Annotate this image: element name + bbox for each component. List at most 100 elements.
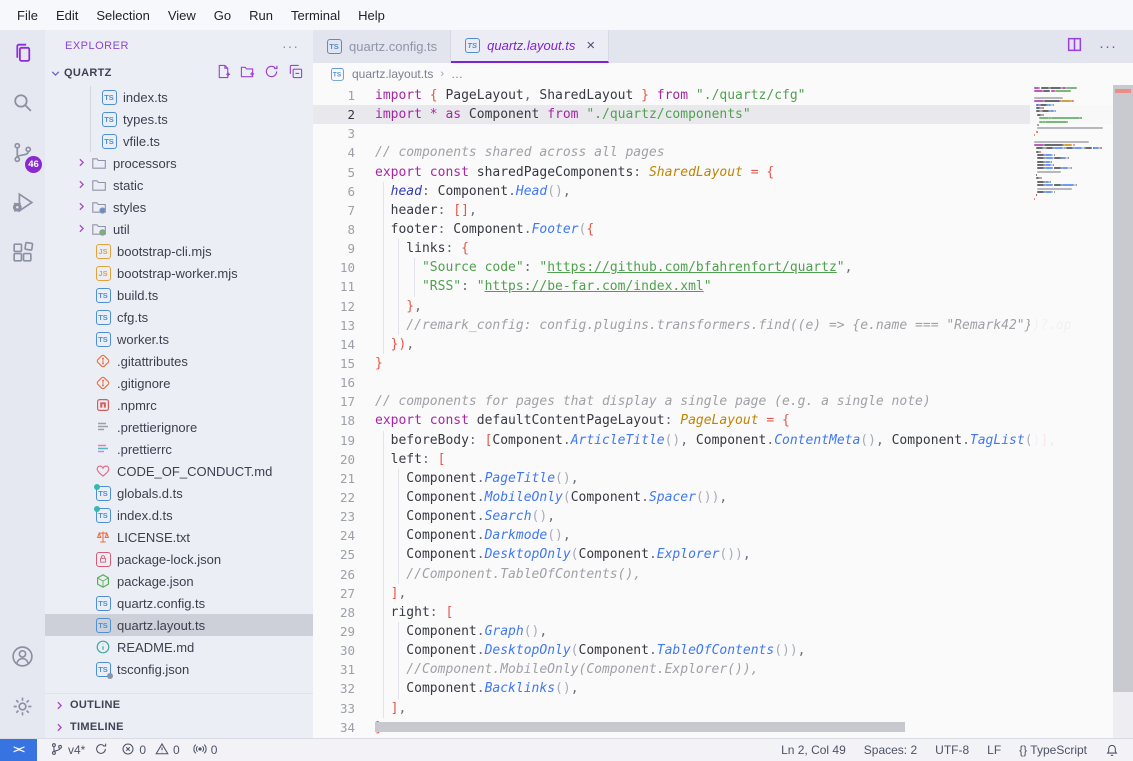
ports-status[interactable]: 0	[193, 742, 218, 759]
code-line-16[interactable]: 16	[313, 373, 1133, 392]
remote-indicator[interactable]: ><	[0, 739, 37, 761]
tree-item-util[interactable]: util	[45, 218, 313, 240]
tab-quartz.config.ts[interactable]: TSquartz.config.ts	[313, 30, 451, 63]
editor-more-button[interactable]: ···	[1099, 38, 1117, 55]
activity-item-extensions[interactable]	[0, 230, 45, 280]
code-line-2[interactable]: 2import * as Component from "./quartz/co…	[313, 105, 1133, 124]
problems-status[interactable]: 0 0	[121, 742, 179, 759]
menu-item-selection[interactable]: Selection	[87, 8, 158, 23]
vertical-scrollbar-slider[interactable]	[1113, 85, 1133, 692]
code-line-5[interactable]: 5export const sharedPageComponents: Shar…	[313, 163, 1133, 182]
code-line-28[interactable]: 28 right: [	[313, 603, 1133, 622]
close-icon[interactable]: ×	[586, 37, 595, 54]
code-line-29[interactable]: 29 Component.Graph(),	[313, 622, 1133, 641]
menu-item-edit[interactable]: Edit	[47, 8, 87, 23]
menu-item-view[interactable]: View	[159, 8, 205, 23]
code-line-18[interactable]: 18export const defaultContentPageLayout:…	[313, 411, 1133, 430]
menu-item-go[interactable]: Go	[205, 8, 240, 23]
tree-item-CODE_OF_CONDUCT.md[interactable]: CODE_OF_CONDUCT.md	[45, 460, 313, 482]
tree-item-quartz.config.ts[interactable]: TSquartz.config.ts	[45, 592, 313, 614]
code-line-32[interactable]: 32 Component.Backlinks(),	[313, 679, 1133, 698]
code-line-30[interactable]: 30 Component.DesktopOnly(Component.Table…	[313, 641, 1133, 660]
activity-item-settings[interactable]	[0, 684, 45, 734]
code-line-19[interactable]: 19 beforeBody: [Component.ArticleTitle()…	[313, 431, 1133, 450]
code-line-27[interactable]: 27 ],	[313, 584, 1133, 603]
code-line-10[interactable]: 10 "Source code": "https://github.com/bf…	[313, 258, 1133, 277]
code-line-23[interactable]: 23 Component.Search(),	[313, 507, 1133, 526]
code-line-17[interactable]: 17// components for pages that display a…	[313, 392, 1133, 411]
activity-item-run-and-debug[interactable]	[0, 180, 45, 230]
code-line-8[interactable]: 8 footer: Component.Footer({	[313, 220, 1133, 239]
code-line-25[interactable]: 25 Component.DesktopOnly(Component.Explo…	[313, 545, 1133, 564]
code-line-6[interactable]: 6 head: Component.Head(),	[313, 182, 1133, 201]
code-editor[interactable]: 1import { PageLayout, SharedLayout } fro…	[313, 85, 1133, 738]
tree-item-static[interactable]: static	[45, 174, 313, 196]
activity-item-explorer[interactable]	[0, 30, 45, 80]
breadcrumb-file[interactable]: quartz.layout.ts	[352, 67, 433, 81]
tree-item-cfg.ts[interactable]: TScfg.ts	[45, 306, 313, 328]
tab-quartz.layout.ts[interactable]: TSquartz.layout.ts×	[451, 30, 609, 63]
tree-item-index.ts[interactable]: TSindex.ts	[45, 86, 313, 108]
activity-item-source-control[interactable]: 46	[0, 130, 45, 180]
sync-icon[interactable]	[94, 742, 108, 759]
code-line-7[interactable]: 7 header: [],	[313, 201, 1133, 220]
breadcrumb[interactable]: TS quartz.layout.ts › …	[313, 63, 1133, 85]
panel-timeline[interactable]: TIMELINE	[45, 716, 313, 738]
new-file-icon[interactable]	[216, 64, 231, 82]
horizontal-scrollbar[interactable]	[375, 722, 905, 732]
tree-item-globals.d.ts[interactable]: TSglobals.d.ts	[45, 482, 313, 504]
tree-item-worker.ts[interactable]: TSworker.ts	[45, 328, 313, 350]
code-line-33[interactable]: 33 ],	[313, 699, 1133, 718]
eol-indicator[interactable]: LF	[987, 743, 1001, 757]
tree-item-.gitattributes[interactable]: .gitattributes	[45, 350, 313, 372]
code-line-15[interactable]: 15}	[313, 354, 1133, 373]
tree-item-.prettierrc[interactable]: .prettierrc	[45, 438, 313, 460]
split-editor-icon[interactable]	[1066, 36, 1083, 58]
code-line-9[interactable]: 9 links: {	[313, 239, 1133, 258]
code-line-14[interactable]: 14 }),	[313, 335, 1133, 354]
tree-item-types.ts[interactable]: TStypes.ts	[45, 108, 313, 130]
tree-item-bootstrap-worker.mjs[interactable]: JSbootstrap-worker.mjs	[45, 262, 313, 284]
menu-item-run[interactable]: Run	[240, 8, 282, 23]
code-line-20[interactable]: 20 left: [	[313, 450, 1133, 469]
activity-item-search[interactable]	[0, 80, 45, 130]
code-line-13[interactable]: 13 //remark_config: config.plugins.trans…	[313, 316, 1133, 335]
tree-item-build.ts[interactable]: TSbuild.ts	[45, 284, 313, 306]
menu-item-terminal[interactable]: Terminal	[282, 8, 349, 23]
sidebar-more-button[interactable]: ···	[282, 38, 299, 54]
code-line-22[interactable]: 22 Component.MobileOnly(Component.Spacer…	[313, 488, 1133, 507]
panel-outline[interactable]: OUTLINE	[45, 694, 313, 716]
tree-item-.gitignore[interactable]: .gitignore	[45, 372, 313, 394]
activity-item-accounts[interactable]	[0, 634, 45, 684]
tree-item-bootstrap-cli.mjs[interactable]: JSbootstrap-cli.mjs	[45, 240, 313, 262]
menu-item-help[interactable]: Help	[349, 8, 394, 23]
code-line-24[interactable]: 24 Component.Darkmode(),	[313, 526, 1133, 545]
tree-item-.prettierignore[interactable]: .prettierignore	[45, 416, 313, 438]
code-line-21[interactable]: 21 Component.PageTitle(),	[313, 469, 1133, 488]
code-line-4[interactable]: 4// components shared across all pages	[313, 143, 1133, 162]
line-col-indicator[interactable]: Ln 2, Col 49	[781, 743, 846, 757]
code-line-1[interactable]: 1import { PageLayout, SharedLayout } fro…	[313, 86, 1133, 105]
code-line-11[interactable]: 11 "RSS": "https://be-far.com/index.xml"	[313, 277, 1133, 296]
workspace-section-header[interactable]: QUARTZ	[45, 62, 313, 84]
breadcrumb-more[interactable]: …	[451, 67, 463, 81]
code-line-26[interactable]: 26 //Component.TableOfContents(),	[313, 565, 1133, 584]
indent-indicator[interactable]: Spaces: 2	[864, 743, 917, 757]
new-folder-icon[interactable]	[240, 64, 255, 82]
vertical-scrollbar[interactable]	[1113, 85, 1133, 738]
tree-item-tsconfig.json[interactable]: TStsconfig.json	[45, 658, 313, 680]
collapse-all-icon[interactable]	[288, 64, 303, 82]
language-indicator[interactable]: {} TypeScript	[1019, 743, 1087, 757]
tree-item-LICENSE.txt[interactable]: LICENSE.txt	[45, 526, 313, 548]
code-line-31[interactable]: 31 //Component.MobileOnly(Component.Expl…	[313, 660, 1133, 679]
tree-item-index.d.ts[interactable]: TSindex.d.ts	[45, 504, 313, 526]
bell-icon[interactable]	[1105, 743, 1119, 757]
code-line-12[interactable]: 12 },	[313, 297, 1133, 316]
branch-status[interactable]: v4*	[50, 742, 108, 759]
tree-item-package.json[interactable]: package.json	[45, 570, 313, 592]
tree-item-vfile.ts[interactable]: TSvfile.ts	[45, 130, 313, 152]
tree-item-package-lock.json[interactable]: package-lock.json	[45, 548, 313, 570]
tree-item-processors[interactable]: processors	[45, 152, 313, 174]
menu-item-file[interactable]: File	[8, 8, 47, 23]
tree-item-README.md[interactable]: README.md	[45, 636, 313, 658]
